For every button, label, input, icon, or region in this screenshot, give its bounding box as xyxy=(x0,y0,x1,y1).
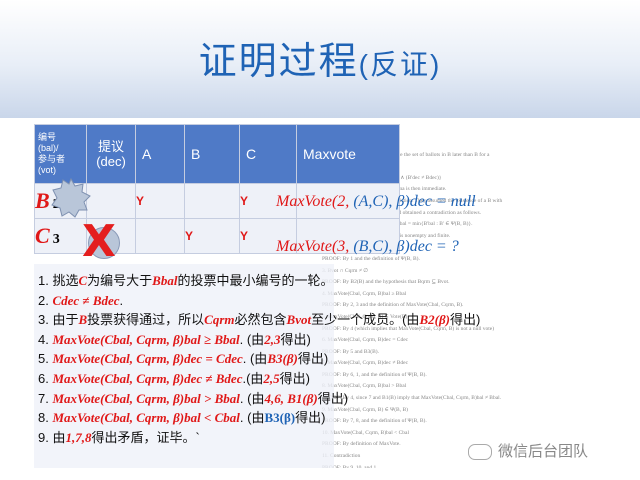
list-item: 5. MaxVote(Cbal, Cqrm, β)dec = Cdec. (由B… xyxy=(38,351,329,367)
list-item: 3. 由于B投票获得通过，所以Cqrm必然包含Bvot至少一个成员。(由B2(β… xyxy=(38,312,481,328)
row-label: C3 xyxy=(34,218,87,254)
header-b: B xyxy=(184,124,240,184)
title-main: 证明过程 xyxy=(198,41,359,83)
header-ballot: 编号 (bal)/ 参与者 (vot) xyxy=(34,124,87,184)
star-shape-icon xyxy=(51,178,91,218)
proof-line: PROOF: By 9, 10, and 1. xyxy=(322,464,378,468)
decree-cell xyxy=(86,183,136,219)
list-item: 6. MaxVote(Cbal, Cqrm, β)dec ≠ Bdec.(由2,… xyxy=(38,370,311,386)
list-item: 9. 由1,7,8得出矛盾，证毕。` xyxy=(38,429,200,445)
vote-a: Y xyxy=(135,183,185,219)
list-item: 1. 挑选C为编号大于Bbal的投票中最小编号的一轮。 xyxy=(38,273,334,288)
title-paren: (反证) xyxy=(358,49,442,80)
list-item: 8. MaxVote(Cbal, Cqrm, β)bal < Cbal. (由B… xyxy=(38,410,326,426)
vote-b: Y xyxy=(184,218,240,254)
vote-a xyxy=(135,218,185,254)
watermark: 微信后台团队 xyxy=(468,440,588,461)
list-item: 7. MaxVote(Cbal, Cqrm, β)bal > Bbal. (由4… xyxy=(38,390,349,406)
header-c: C xyxy=(239,124,297,184)
wechat-icon xyxy=(468,444,492,461)
proof-steps-list: 1. 挑选C为编号大于Bbal的投票中最小编号的一轮。 2. Cdec ≠ Bde… xyxy=(38,271,480,447)
header-maxvote: Maxvote xyxy=(296,124,400,184)
cross-mark-icon: X xyxy=(82,216,116,267)
header-a: A xyxy=(135,124,185,184)
list-item: 4. MaxVote(Cbal, Cqrm, β)bal ≥ Bbal. (由2… xyxy=(38,331,311,347)
list-item: 2. Cdec ≠ Bdec. xyxy=(38,292,124,308)
maxvote-row-c: MaxVote(3, (B,C), β)dec = ? xyxy=(276,238,459,255)
table-header-row: 编号 (bal)/ 参与者 (vot) 提议 (dec) A B C Maxvo… xyxy=(34,124,400,184)
slide-title: 证明过程(反证) xyxy=(0,30,640,85)
vote-b xyxy=(184,183,240,219)
maxvote-row-b: MaxVote(2, (A,C), β)dec = null xyxy=(276,193,476,210)
header-decree: 提议 (dec) xyxy=(86,124,136,184)
